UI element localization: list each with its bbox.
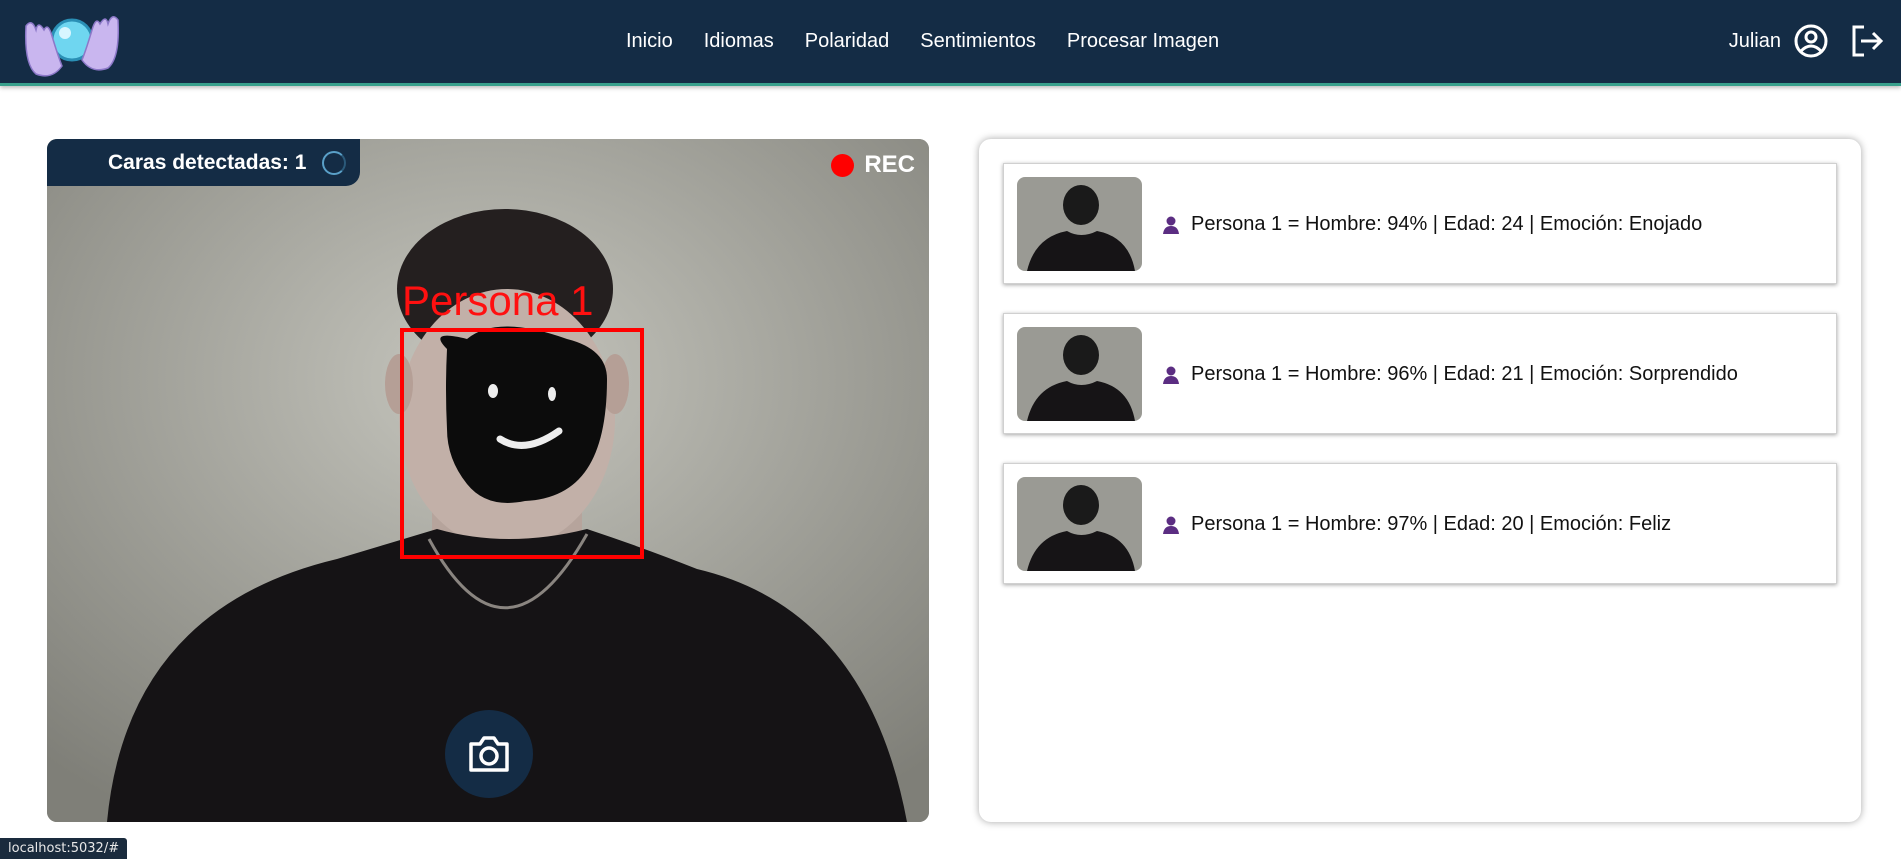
detection-thumbnail xyxy=(1017,477,1142,571)
nav-link-procesar-imagen[interactable]: Procesar Imagen xyxy=(1067,30,1219,53)
main-nav: Inicio Idiomas Polaridad Sentimientos Pr… xyxy=(626,0,1250,83)
rec-dot-icon xyxy=(831,153,855,177)
user-name[interactable]: Julian xyxy=(1729,30,1781,53)
detections-panel: Persona 1 = Hombre: 94% | Edad: 24 | Emo… xyxy=(979,139,1861,822)
detection-text: Persona 1 = Hombre: 96% | Edad: 21 | Emo… xyxy=(1191,363,1738,385)
nav-link-polaridad[interactable]: Polaridad xyxy=(805,30,890,53)
user-circle-icon[interactable] xyxy=(1793,23,1829,59)
nav-link-inicio[interactable]: Inicio xyxy=(626,30,673,53)
nav-link-idiomas[interactable]: Idiomas xyxy=(704,30,774,53)
detection-card: Persona 1 = Hombre: 94% | Edad: 24 | Emo… xyxy=(1003,163,1837,284)
detection-text: Persona 1 = Hombre: 97% | Edad: 20 | Emo… xyxy=(1191,513,1672,535)
person-icon xyxy=(1163,516,1179,534)
faces-detected-badge: Caras detectadas: 1 xyxy=(47,139,360,186)
detection-card: Persona 1 = Hombre: 96% | Edad: 21 | Emo… xyxy=(1003,313,1837,434)
rec-indicator: REC xyxy=(831,151,915,179)
face-detection-box xyxy=(400,328,644,559)
face-detection-label: Persona 1 xyxy=(402,277,594,324)
capture-button[interactable] xyxy=(445,710,533,798)
rec-label: REC xyxy=(864,151,915,178)
crystal-ball-hands-logo[interactable] xyxy=(18,6,126,78)
detection-thumbnail xyxy=(1017,327,1142,421)
detection-card: Persona 1 = Hombre: 97% | Edad: 20 | Emo… xyxy=(1003,463,1837,584)
browser-status-url: localhost:5032/# xyxy=(0,838,128,859)
detection-text: Persona 1 = Hombre: 94% | Edad: 24 | Emo… xyxy=(1191,213,1703,235)
loading-spinner-icon xyxy=(322,150,347,175)
nav-link-sentimientos[interactable]: Sentimientos xyxy=(920,30,1036,53)
detection-thumbnail xyxy=(1017,177,1142,271)
person-icon xyxy=(1163,366,1179,384)
logout-icon[interactable] xyxy=(1849,23,1885,59)
person-icon xyxy=(1163,216,1179,234)
camera-feed: Caras detectadas: 1 REC Persona 1 xyxy=(47,139,929,822)
camera-icon xyxy=(469,736,509,772)
faces-detected-label: Caras detectadas: 1 xyxy=(108,150,307,174)
top-navbar: Inicio Idiomas Polaridad Sentimientos Pr… xyxy=(0,0,1901,86)
